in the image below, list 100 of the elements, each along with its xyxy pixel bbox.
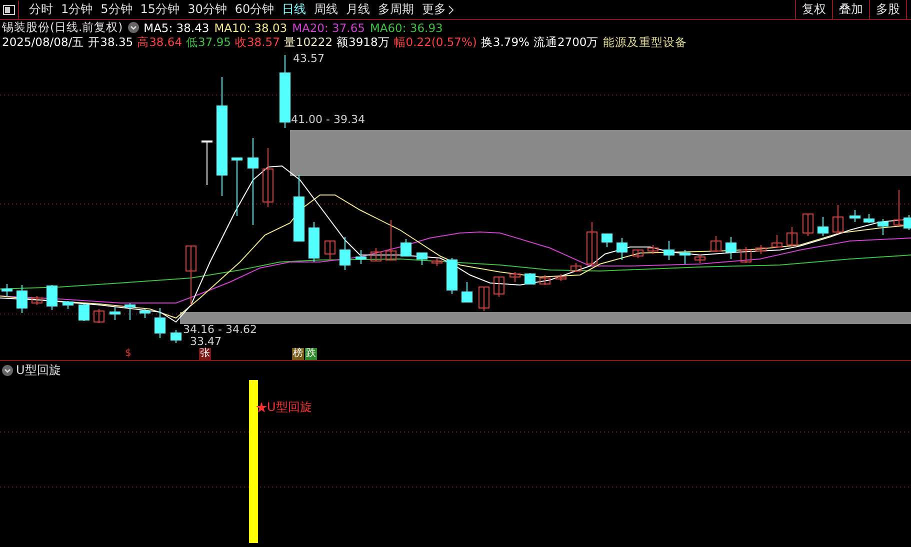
quote-stat: 流通2700万 bbox=[533, 35, 599, 50]
candlestick bbox=[324, 240, 336, 260]
candlestick bbox=[386, 220, 396, 260]
candlestick bbox=[78, 304, 90, 322]
period-tab[interactable]: 日线 bbox=[278, 1, 310, 18]
candlestick bbox=[726, 236, 736, 260]
candlestick bbox=[46, 284, 58, 310]
period-tab[interactable]: 1分钟 bbox=[57, 1, 97, 18]
candlestick bbox=[262, 148, 274, 208]
candlestick bbox=[694, 254, 706, 264]
period-tab[interactable]: 5分钟 bbox=[96, 1, 136, 18]
quote-stat: 额3918万 bbox=[336, 35, 390, 50]
quote-stat: 开38.35 bbox=[88, 35, 134, 50]
candlestick bbox=[124, 302, 136, 320]
candlestick bbox=[832, 204, 844, 234]
moving-average-value: MA60: 36.93 bbox=[370, 20, 443, 34]
candlestick bbox=[140, 308, 150, 318]
stock-title: 锡装股份(日线.前复权) bbox=[2, 20, 123, 35]
star-icon bbox=[256, 402, 267, 413]
period-tab[interactable]: 月线 bbox=[342, 1, 374, 18]
candlestick bbox=[648, 244, 658, 254]
candlestick bbox=[462, 282, 472, 302]
candlestick bbox=[154, 308, 166, 338]
period-tab[interactable]: 更多 bbox=[418, 1, 458, 18]
period-tab[interactable]: 周线 bbox=[310, 1, 342, 18]
candlestick bbox=[878, 218, 888, 236]
candlestick bbox=[2, 284, 12, 296]
quote-stat: 能源及重型设备 bbox=[602, 35, 687, 50]
candlestick bbox=[356, 250, 366, 264]
quote-stat: 收38.57 bbox=[234, 35, 280, 50]
candlestick bbox=[586, 222, 598, 266]
period-tab[interactable]: 分时 bbox=[25, 1, 57, 18]
candlestick bbox=[32, 296, 42, 306]
candlestick bbox=[710, 236, 722, 252]
price-label: 41.00 - 39.34 bbox=[291, 114, 365, 126]
candlestick bbox=[524, 272, 536, 284]
quote-stat: 量10222 bbox=[284, 35, 333, 50]
quote-stat: 低37.95 bbox=[186, 35, 231, 50]
candlestick bbox=[340, 236, 350, 270]
candlestick bbox=[170, 330, 182, 344]
candlestick bbox=[62, 300, 74, 310]
candlestick bbox=[16, 284, 28, 314]
candlestick bbox=[232, 158, 242, 216]
candlestick bbox=[632, 250, 644, 258]
candlestick bbox=[772, 234, 782, 248]
toolbar-button[interactable]: 复权 bbox=[795, 0, 832, 19]
candlestick bbox=[756, 244, 766, 254]
candlestick bbox=[294, 174, 304, 242]
candlestick bbox=[446, 258, 458, 294]
candlestick bbox=[556, 274, 566, 282]
candlestick bbox=[400, 238, 412, 256]
candlestick bbox=[602, 234, 612, 248]
candlestick bbox=[570, 262, 582, 272]
quote-stat: 换3.79% bbox=[480, 35, 530, 50]
candlestick bbox=[186, 246, 196, 306]
candlestick bbox=[110, 306, 120, 320]
moving-average-value: MA5: 38.43 bbox=[144, 20, 210, 34]
candlestick bbox=[616, 238, 628, 260]
candlestick bbox=[202, 140, 212, 186]
candlestick bbox=[94, 308, 104, 324]
candlestick bbox=[510, 272, 520, 282]
candlestick bbox=[308, 222, 320, 262]
signal-tag: 张 bbox=[199, 348, 211, 360]
candlestick bbox=[432, 258, 442, 266]
moving-average-value: MA20: 37.65 bbox=[292, 20, 365, 34]
period-tab[interactable]: 多周期 bbox=[374, 1, 418, 18]
quote-stat: 高38.64 bbox=[137, 35, 182, 50]
candlestick bbox=[818, 216, 828, 236]
candlestick bbox=[786, 226, 798, 246]
quote-stat: 2025/08/08/五 bbox=[2, 35, 84, 50]
price-label: 34.16 - 34.62 bbox=[183, 324, 257, 336]
period-tab[interactable]: 15分钟 bbox=[136, 1, 184, 18]
candlestick bbox=[494, 276, 504, 298]
chevron-down-icon[interactable] bbox=[2, 364, 13, 376]
candlestick bbox=[370, 248, 382, 262]
candlestick bbox=[850, 210, 860, 222]
candlestick bbox=[740, 246, 752, 264]
price-label: 43.57 bbox=[293, 53, 324, 65]
candlestick bbox=[416, 252, 428, 266]
period-tab[interactable]: 30分钟 bbox=[184, 1, 231, 18]
chevron-down-icon[interactable] bbox=[128, 22, 139, 33]
signal-tag: $ bbox=[124, 348, 132, 360]
period-tab[interactable]: 60分钟 bbox=[230, 1, 278, 18]
chevron-right-icon bbox=[448, 4, 454, 14]
quote-stat: 幅0.22(0.57%) bbox=[394, 35, 477, 50]
candlestick bbox=[864, 214, 874, 224]
panel-toggle-icon[interactable] bbox=[3, 4, 15, 14]
price-label: 33.47 bbox=[190, 336, 222, 348]
toolbar-button[interactable]: 叠加 bbox=[832, 0, 869, 19]
candlestick bbox=[478, 286, 490, 312]
signal-label: U型回旋 bbox=[267, 399, 312, 416]
candlestick bbox=[680, 250, 690, 264]
candlestick bbox=[540, 274, 550, 286]
moving-average-value: MA10: 38.03 bbox=[214, 20, 288, 34]
signal-tag: 榜 bbox=[292, 348, 304, 360]
toolbar-button[interactable]: 多股 bbox=[869, 0, 906, 19]
candlestick bbox=[802, 214, 814, 236]
indicator-title: U型回旋 bbox=[16, 362, 61, 378]
signal-tag: 跌 bbox=[305, 348, 317, 360]
candlestick bbox=[664, 240, 674, 260]
